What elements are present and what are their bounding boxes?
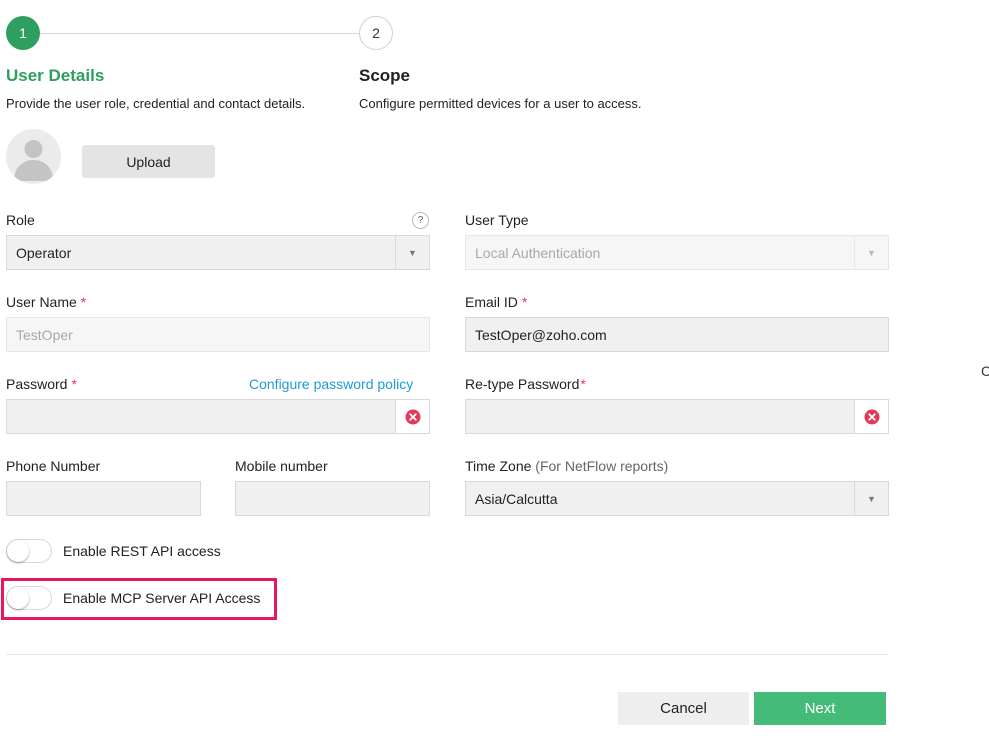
mobile-number-label: Mobile number	[235, 458, 328, 474]
rest-api-toggle-label: Enable REST API access	[63, 543, 221, 559]
required-marker: *	[80, 294, 87, 310]
mcp-api-toggle-label: Enable MCP Server API Access	[63, 590, 261, 606]
role-select[interactable]: Operator ▼	[6, 235, 430, 270]
chevron-down-icon[interactable]: ▼	[854, 236, 888, 269]
time-zone-label: Time Zone (For NetFlow reports)	[465, 458, 669, 474]
email-value: TestOper@zoho.com	[475, 326, 607, 343]
user-name-field[interactable]: TestOper	[6, 317, 430, 352]
user-type-value: Local Authentication	[475, 244, 601, 261]
phone-number-field[interactable]	[6, 481, 201, 516]
configure-password-policy-link[interactable]: Configure password policy	[249, 376, 413, 392]
cancel-button[interactable]: Cancel	[618, 692, 749, 725]
time-zone-select[interactable]: Asia/Calcutta ▼	[465, 481, 889, 516]
phone-number-label: Phone Number	[6, 458, 101, 474]
retype-password-label: Re-type Password*	[465, 376, 586, 392]
toggle-knob	[7, 540, 29, 562]
email-field[interactable]: TestOper@zoho.com	[465, 317, 889, 352]
chevron-down-icon[interactable]: ▼	[854, 482, 888, 515]
step-1-title: User Details	[6, 66, 105, 85]
time-zone-value: Asia/Calcutta	[475, 490, 558, 507]
step-2-title: Scope	[359, 66, 411, 85]
clear-icon[interactable]	[854, 400, 888, 433]
upload-button[interactable]: Upload	[82, 145, 215, 178]
clear-icon[interactable]	[395, 400, 429, 433]
required-marker: *	[71, 376, 77, 392]
password-field[interactable]	[6, 399, 430, 434]
email-label: Email ID *	[465, 294, 528, 310]
password-label: Password *	[6, 376, 77, 392]
time-zone-note: (For NetFlow reports)	[535, 458, 669, 474]
role-value: Operator	[16, 244, 72, 261]
chevron-down-icon[interactable]: ▼	[395, 236, 429, 269]
required-marker: *	[580, 376, 586, 392]
rest-api-toggle[interactable]	[6, 539, 52, 563]
step-2-description: Configure permitted devices for a user t…	[359, 96, 642, 111]
clipped-edge-text: C	[981, 363, 989, 379]
next-button[interactable]: Next	[754, 692, 886, 725]
step-1-indicator: 1	[6, 16, 40, 50]
step-1-description: Provide the user role, credential and co…	[6, 96, 306, 111]
avatar	[6, 129, 61, 184]
retype-password-field[interactable]	[465, 399, 889, 434]
user-type-label: User Type	[465, 212, 529, 228]
mobile-number-field[interactable]	[235, 481, 430, 516]
step-2-indicator: 2	[359, 16, 393, 50]
toggle-knob	[7, 587, 29, 609]
user-name-value: TestOper	[16, 326, 73, 343]
required-marker: *	[521, 294, 528, 310]
user-type-select[interactable]: Local Authentication ▼	[465, 235, 889, 270]
user-silhouette-icon	[14, 140, 53, 181]
user-name-label: User Name *	[6, 294, 87, 310]
role-label: Role	[6, 212, 35, 228]
stepper-connector	[40, 33, 359, 34]
footer-divider	[6, 654, 888, 655]
mcp-api-toggle[interactable]	[6, 586, 52, 610]
help-icon[interactable]: ?	[412, 212, 429, 229]
